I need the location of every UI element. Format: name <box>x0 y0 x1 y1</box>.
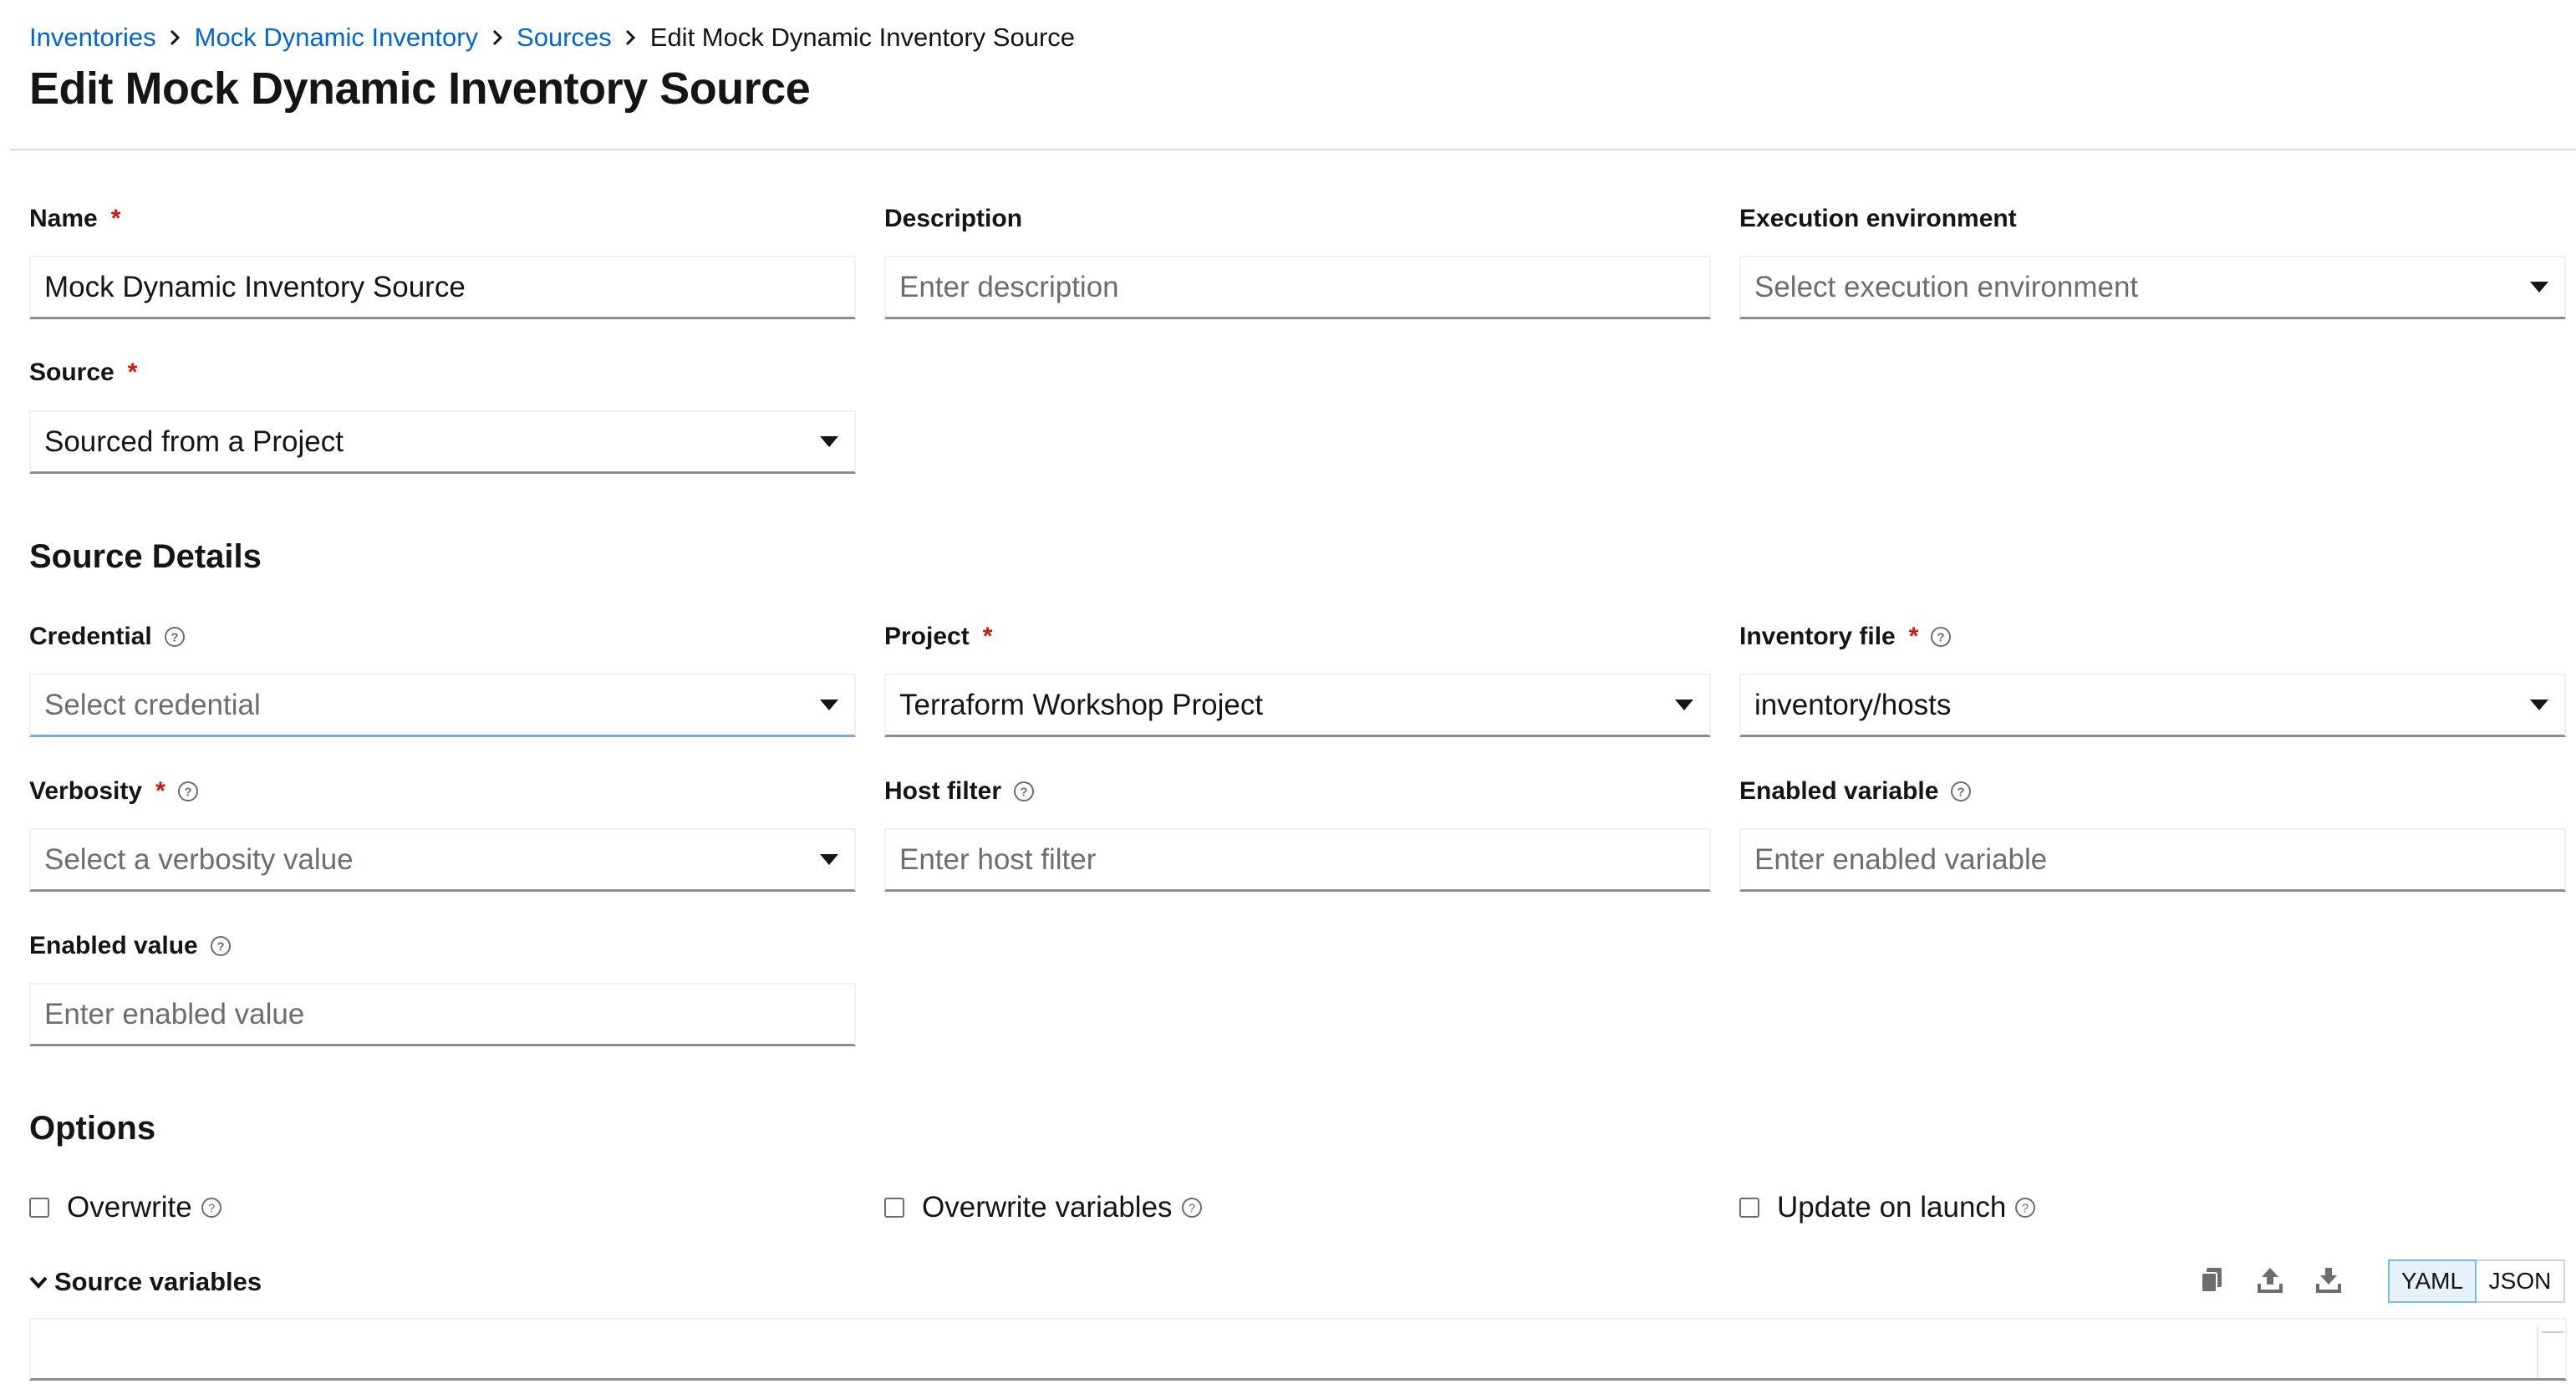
svg-text:?: ? <box>1937 631 1945 645</box>
source-variables-toggle[interactable]: Source variables <box>29 1264 262 1300</box>
source-variables-label[interactable]: Source variables <box>54 1267 262 1297</box>
verbosity-label: Verbosity * ? <box>29 775 199 808</box>
project-label: Project * <box>884 623 993 650</box>
required-mark: * <box>110 205 121 232</box>
help-icon[interactable]: ? <box>210 935 232 957</box>
update-on-launch-option[interactable]: Update on launch ? <box>1739 1189 2036 1226</box>
svg-text:?: ? <box>1020 786 1027 800</box>
name-field[interactable]: Mock Dynamic Inventory Source <box>29 256 856 319</box>
execution-environment-select[interactable]: Select execution environment <box>1739 256 2566 319</box>
overwrite-variables-checkbox[interactable] <box>884 1198 904 1218</box>
help-icon[interactable]: ? <box>177 781 199 802</box>
chevron-right-icon <box>156 17 195 59</box>
help-icon[interactable]: ? <box>164 626 186 648</box>
update-on-launch-checkbox[interactable] <box>1739 1198 1759 1218</box>
execution-environment-placeholder[interactable]: Select execution environment <box>1754 271 2514 304</box>
enabled-value-label: Enabled value ? <box>29 929 232 963</box>
help-icon[interactable]: ? <box>1181 1197 1203 1219</box>
caret-down-icon[interactable] <box>804 674 854 737</box>
host-filter-field[interactable] <box>884 828 1711 892</box>
source-details-heading: Source Details <box>29 538 262 575</box>
source-variables-editor[interactable] <box>29 1318 2567 1381</box>
caret-down-icon[interactable] <box>804 828 854 892</box>
download-icon[interactable] <box>2310 1261 2347 1298</box>
execution-environment-label: Execution environment <box>1739 205 2017 232</box>
enabled-variable-label: Enabled variable ? <box>1739 775 1972 808</box>
required-mark: * <box>127 359 138 386</box>
enabled-variable-input[interactable] <box>1754 842 2564 877</box>
host-filter-label: Host filter ? <box>884 775 1035 808</box>
svg-text:?: ? <box>2022 1202 2029 1216</box>
source-label: Source * <box>29 359 138 386</box>
credential-select[interactable]: Select credential <box>29 674 856 737</box>
caret-down-icon[interactable] <box>2514 256 2564 319</box>
breadcrumb: Inventories Mock Dynamic Inventory Sourc… <box>29 17 1075 59</box>
page-title: Edit Mock Dynamic Inventory Source <box>29 64 811 114</box>
chevron-right-icon <box>612 17 650 59</box>
overwrite-checkbox[interactable] <box>29 1198 49 1218</box>
svg-text:?: ? <box>171 631 178 645</box>
help-icon[interactable]: ? <box>2014 1197 2036 1219</box>
source-select[interactable]: Sourced from a Project <box>29 410 856 474</box>
overwrite-variables-option[interactable]: Overwrite variables ? <box>884 1189 1203 1226</box>
yaml-toggle-button[interactable]: YAML <box>2388 1259 2477 1303</box>
inventory-file-label: Inventory file * ? <box>1739 620 1952 654</box>
help-icon[interactable]: ? <box>1950 781 1972 802</box>
svg-text:?: ? <box>208 1202 215 1216</box>
upload-icon[interactable] <box>2252 1261 2288 1298</box>
svg-text:?: ? <box>1188 1202 1194 1216</box>
verbosity-placeholder[interactable]: Select a verbosity value <box>44 843 804 877</box>
name-value[interactable]: Mock Dynamic Inventory Source <box>44 271 854 304</box>
json-toggle-button[interactable]: JSON <box>2477 1259 2565 1303</box>
required-mark: * <box>982 623 993 650</box>
inventory-file-value[interactable]: inventory/hosts <box>1754 689 2514 722</box>
options-heading: Options <box>29 1110 156 1147</box>
copy-icon[interactable] <box>2193 1261 2230 1298</box>
help-icon[interactable]: ? <box>1013 781 1035 802</box>
svg-text:?: ? <box>184 786 191 800</box>
required-mark: * <box>1908 623 1919 650</box>
description-field[interactable] <box>884 256 1711 319</box>
caret-down-icon[interactable] <box>1659 674 1709 737</box>
svg-text:?: ? <box>216 940 224 954</box>
breadcrumb-sources[interactable]: Sources <box>517 23 612 53</box>
verbosity-select[interactable]: Select a verbosity value <box>29 828 856 892</box>
name-label: Name * <box>29 205 121 232</box>
help-icon[interactable]: ? <box>1930 626 1952 648</box>
enabled-value-field[interactable] <box>29 983 856 1046</box>
overwrite-option[interactable]: Overwrite ? <box>29 1189 222 1226</box>
enabled-value-input[interactable] <box>44 997 854 1031</box>
overwrite-label[interactable]: Overwrite <box>67 1191 192 1224</box>
chevron-right-icon <box>478 17 517 59</box>
breadcrumb-current: Edit Mock Dynamic Inventory Source <box>649 23 1076 52</box>
inventory-file-select[interactable]: inventory/hosts <box>1739 674 2566 737</box>
svg-text:?: ? <box>1957 786 1965 800</box>
caret-down-icon[interactable] <box>804 410 854 474</box>
enabled-variable-field[interactable] <box>1739 828 2566 892</box>
chevron-down-icon[interactable] <box>29 1275 48 1289</box>
breadcrumb-inventories[interactable]: Inventories <box>29 23 156 53</box>
description-input[interactable] <box>899 270 1709 304</box>
project-select[interactable]: Terraform Workshop Project <box>884 674 1711 737</box>
caret-down-icon[interactable] <box>2514 674 2564 737</box>
update-on-launch-label[interactable]: Update on launch <box>1777 1191 2006 1224</box>
format-toggle-group: YAML JSON <box>2388 1259 2565 1303</box>
help-icon[interactable]: ? <box>201 1197 222 1219</box>
credential-placeholder[interactable]: Select credential <box>44 689 804 722</box>
required-mark: * <box>155 777 165 805</box>
project-value[interactable]: Terraform Workshop Project <box>899 689 1659 722</box>
description-label: Description <box>884 205 1023 232</box>
credential-label: Credential ? <box>29 620 186 654</box>
editor-scrollbar[interactable] <box>2537 1325 2563 1378</box>
title-divider <box>10 149 2576 150</box>
source-value[interactable]: Sourced from a Project <box>44 425 804 459</box>
host-filter-input[interactable] <box>899 842 1709 877</box>
overwrite-variables-label[interactable]: Overwrite variables <box>922 1191 1173 1224</box>
breadcrumb-mock-dynamic-inventory[interactable]: Mock Dynamic Inventory <box>195 23 478 53</box>
